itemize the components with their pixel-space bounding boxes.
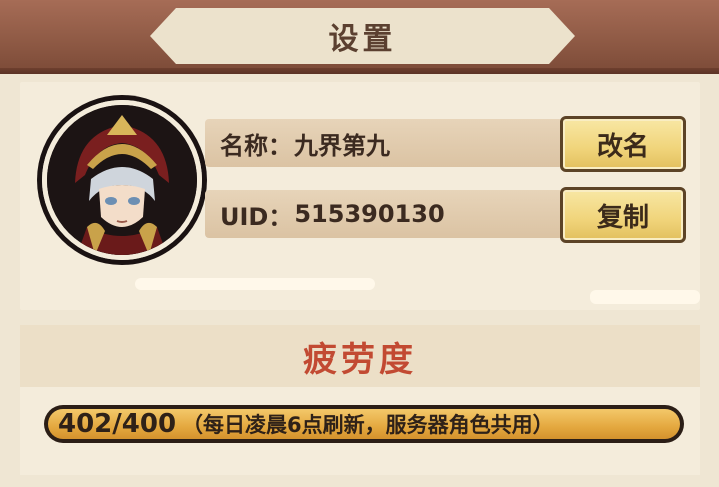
page-title: 设置 — [328, 22, 397, 57]
title-banner: 设置 — [150, 8, 575, 64]
fatigue-bar: 402/400 （每日凌晨6点刷新，服务器角色共用） — [44, 405, 684, 443]
name-row: 名称： 九界第九 — [205, 119, 563, 167]
uid-row: UID： 515390130 — [205, 190, 563, 238]
cloud-decoration — [590, 290, 700, 304]
fatigue-bar-fill: 402/400 （每日凌晨6点刷新，服务器角色共用） — [48, 409, 680, 439]
fatigue-value: 402/400 — [58, 409, 177, 439]
profile-card: 名称： 九界第九 改名 UID： 515390130 复制 — [20, 82, 700, 310]
name-value: 九界第九 — [294, 131, 390, 160]
warrior-portrait-icon — [47, 105, 197, 255]
fatigue-section: 疲劳度 402/400 （每日凌晨6点刷新，服务器角色共用） — [20, 325, 700, 475]
uid-label: UID： — [220, 202, 293, 231]
cloud-decoration — [135, 278, 375, 290]
fatigue-note: （每日凌晨6点刷新，服务器角色共用） — [182, 413, 554, 437]
avatar — [42, 100, 202, 260]
fatigue-header: 疲劳度 — [20, 325, 700, 387]
uid-value: 515390130 — [294, 200, 445, 228]
copy-button[interactable]: 复制 — [560, 187, 686, 243]
name-label: 名称： — [220, 131, 292, 160]
rename-button[interactable]: 改名 — [560, 116, 686, 172]
fatigue-title: 疲劳度 — [303, 339, 417, 380]
